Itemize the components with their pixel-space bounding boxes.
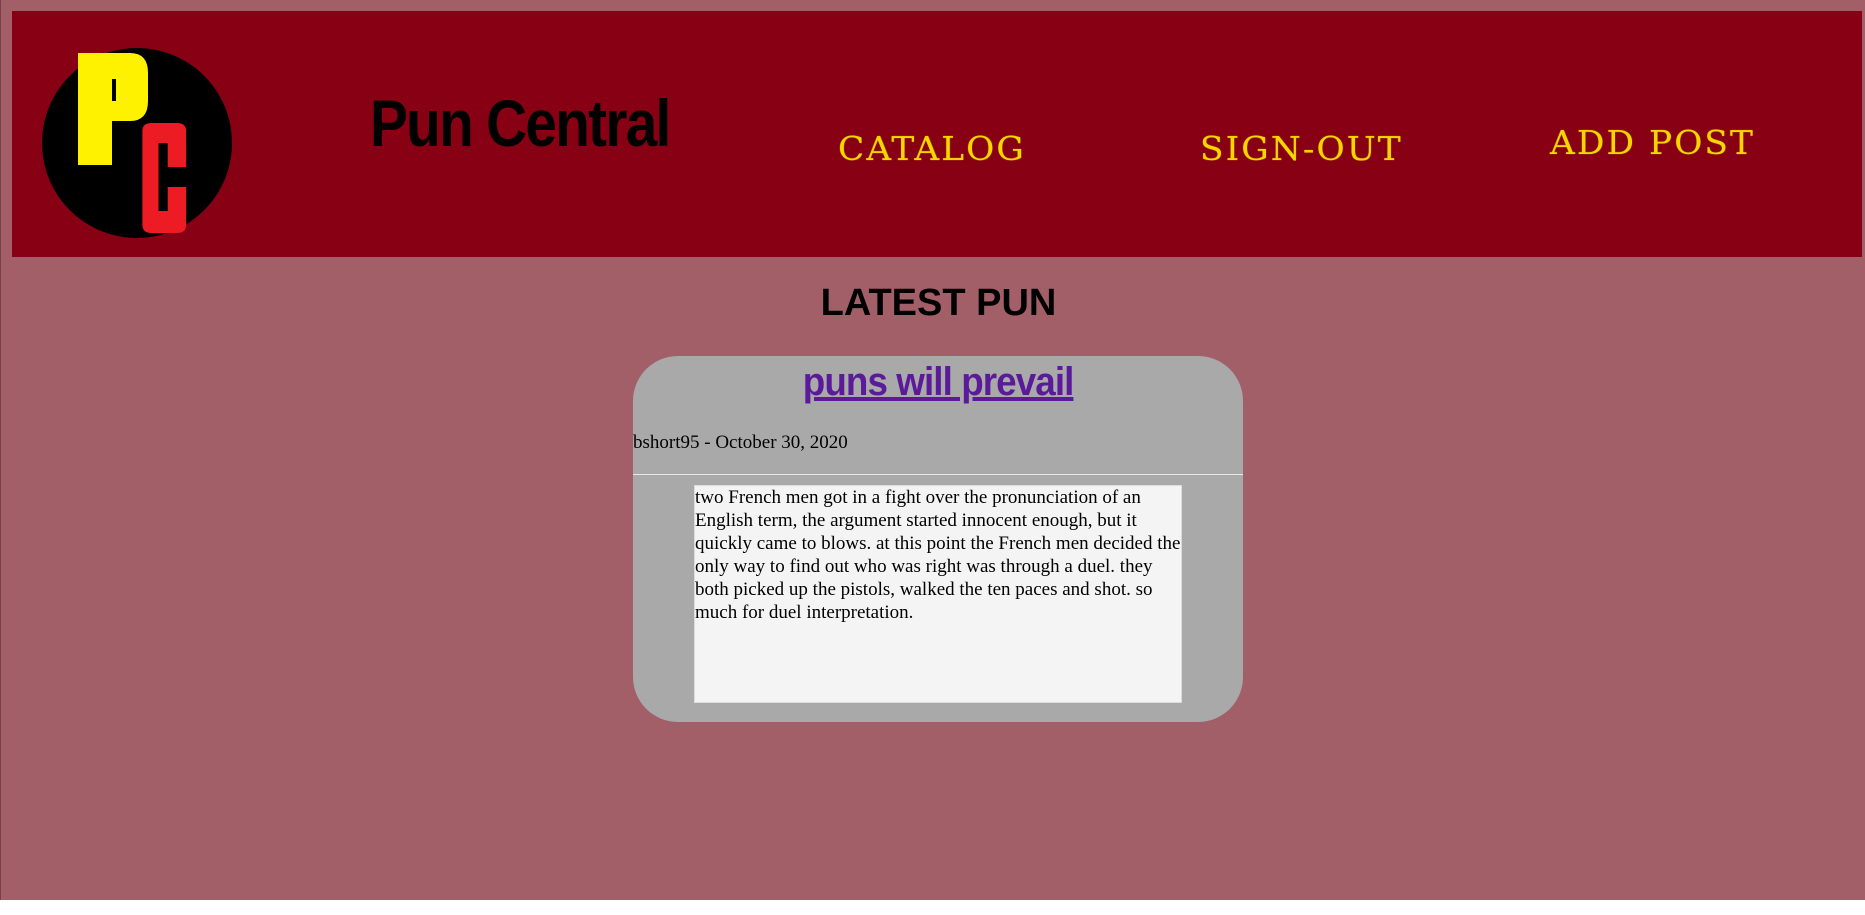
pc-logo-icon [42,48,232,238]
brand-name[interactable]: Pun Central [370,88,671,158]
post-title-wrap: puns will prevail [633,356,1243,405]
post-card: puns will prevail bshort95 - October 30,… [633,356,1243,722]
post-title-link[interactable]: puns will prevail [803,360,1075,405]
post-meta: bshort95 - October 30, 2020 [633,432,848,453]
post-divider [633,474,1243,475]
site-header: Pun Central CATALOG SIGN-OUT ADD POST [11,10,1863,258]
nav-sign-out-link[interactable]: SIGN-OUT [1200,129,1403,168]
section-title: LATEST PUN [820,282,1057,324]
post-body: two French men got in a fight over the p… [694,485,1182,703]
nav-add-post-link[interactable]: ADD POST [1550,123,1755,162]
pc-logo[interactable] [42,39,242,249]
page: Pun Central CATALOG SIGN-OUT ADD POST LA… [0,0,1865,900]
nav-catalog-link[interactable]: CATALOG [838,129,1026,168]
